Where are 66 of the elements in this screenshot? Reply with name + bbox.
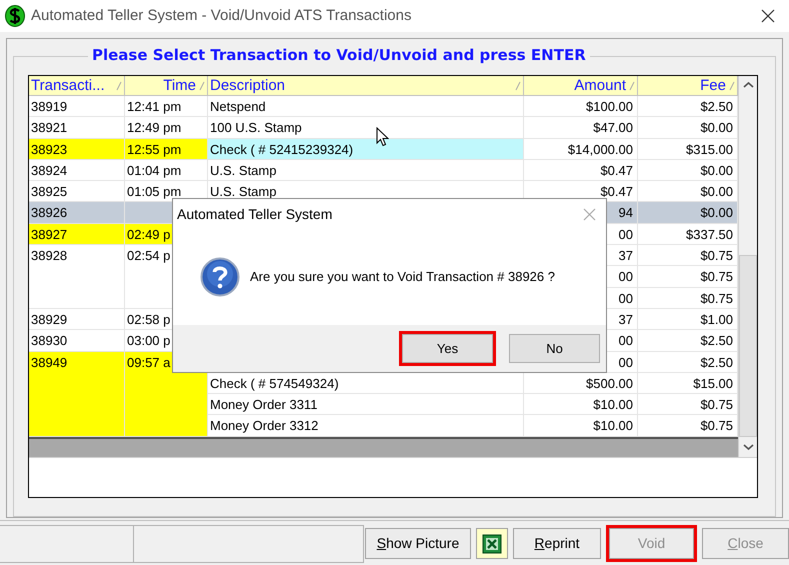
sort-icon <box>199 81 205 91</box>
close-icon[interactable] <box>761 9 775 23</box>
table-cell: $14,000.00 <box>524 138 638 160</box>
table-cell: $0.00 <box>638 181 738 202</box>
table-cell: Check ( # 574549324) <box>208 372 524 394</box>
table-cell: 38919 <box>29 96 125 118</box>
table-cell: $0.75 <box>638 394 738 416</box>
table-cell: Check ( # 52415239324) <box>208 138 524 160</box>
sort-icon <box>515 81 521 91</box>
table-cell: $1.00 <box>638 308 738 330</box>
table-cell: Netspend <box>208 96 524 118</box>
table-cell: $0.75 <box>638 266 738 288</box>
table-cell: $0.00 <box>638 160 738 182</box>
table-cell: $0.00 <box>638 202 738 224</box>
table-cell: 12:55 pm <box>125 138 208 160</box>
table-cell: 38927 <box>29 224 125 246</box>
table-cell: 01:04 pm <box>125 160 208 182</box>
table-cell: 100 U.S. Stamp <box>208 117 524 139</box>
table-cell: $500.00 <box>524 372 638 394</box>
table-cell: 38924 <box>29 160 125 182</box>
table-cell: $2.50 <box>638 330 738 352</box>
table-cell: 38929 <box>29 308 125 330</box>
table-cell: 38921 <box>29 117 125 139</box>
dollar-coin-icon <box>5 5 25 27</box>
mouse-cursor-icon <box>376 127 389 147</box>
table-cell: $100.00 <box>524 96 638 118</box>
toolbar-button[interactable]: Show Picture <box>365 528 471 559</box>
dialog-button[interactable]: Yes <box>402 334 493 363</box>
group-label: Please Select Transaction to Void/Unvoid and press ENTER <box>88 46 590 64</box>
table-cell: $0.75 <box>638 415 738 437</box>
dialog-title: Automated Teller System <box>177 204 332 224</box>
sort-icon <box>116 81 122 91</box>
table-cell: 38926 <box>29 202 125 224</box>
excel-button[interactable] <box>476 528 508 559</box>
table-cell: $337.50 <box>638 224 738 246</box>
table-cell: 01:05 pm <box>125 181 208 202</box>
table-cell: 38949 <box>29 352 125 437</box>
scrollbar-thumb[interactable] <box>739 255 757 437</box>
table-cell: 38925 <box>29 181 125 202</box>
table-cell: $0.75 <box>638 245 738 266</box>
table-cell: $0.47 <box>524 160 638 182</box>
table-cell: $2.50 <box>638 96 738 118</box>
table-cell: $0.75 <box>638 288 738 309</box>
toolbar-button[interactable]: Reprint <box>513 528 601 559</box>
spreadsheet-icon <box>482 534 502 554</box>
sort-icon <box>629 81 635 91</box>
table-cell: 12:49 pm <box>125 117 208 139</box>
table-cell: 12:41 pm <box>125 96 208 118</box>
table-cell: $15.00 <box>638 372 738 394</box>
table-cell: $0.00 <box>638 117 738 139</box>
table-cell: $315.00 <box>638 138 738 160</box>
vertical-scrollbar[interactable] <box>738 76 757 457</box>
table-cell: Money Order 3311 <box>208 394 524 416</box>
sort-icon <box>729 81 735 91</box>
dialog-button[interactable]: No <box>509 334 600 363</box>
table-cell: $2.50 <box>638 352 738 373</box>
question-icon <box>200 257 240 297</box>
table-cell: $10.00 <box>524 415 638 437</box>
table-cell: 38930 <box>29 330 125 352</box>
table-cell: 38928 <box>29 245 125 309</box>
window-title: Automated Teller System - Void/Unvoid ATS Transactions <box>31 6 412 26</box>
table-cell: Money Order 3312 <box>208 415 524 437</box>
table-cell: $47.00 <box>524 117 638 139</box>
table-cell: 38923 <box>29 138 125 160</box>
table-cell: U.S. Stamp <box>208 160 524 182</box>
table-cell: $10.00 <box>524 394 638 416</box>
